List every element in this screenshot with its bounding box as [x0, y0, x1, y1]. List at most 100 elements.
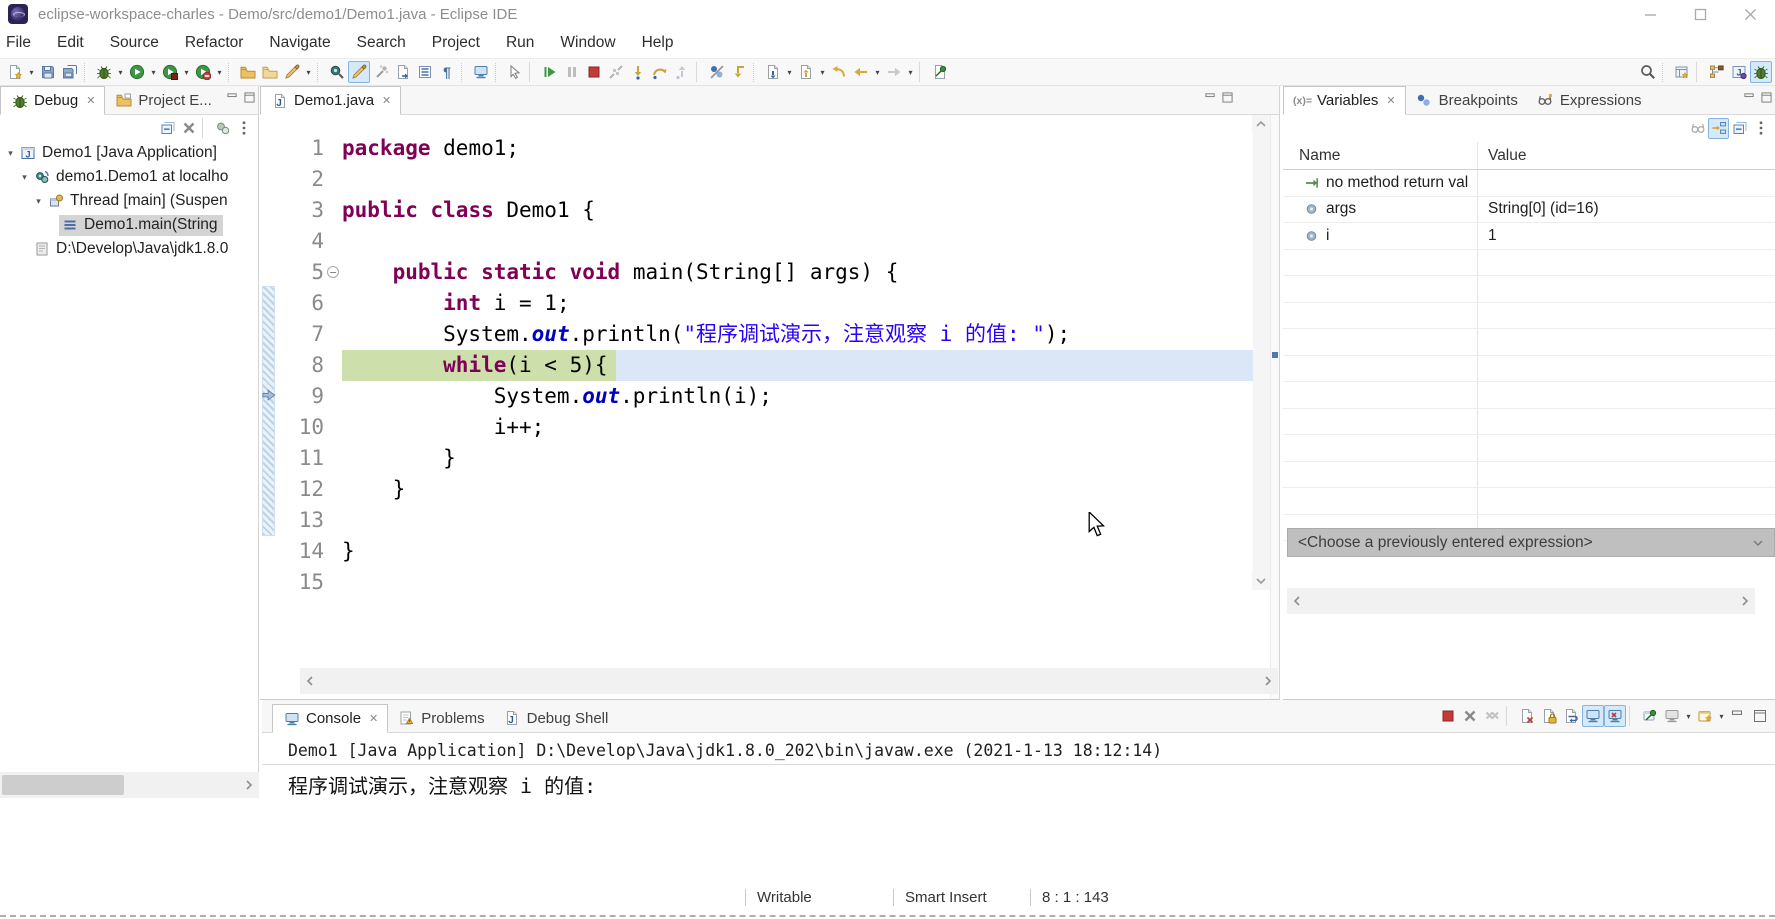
menu-file[interactable]: File: [0, 28, 44, 58]
dropdown-arrow-icon[interactable]: ▾: [115, 68, 126, 77]
code-text[interactable]: public class Demo1 {: [342, 195, 595, 226]
maximize-view-icon[interactable]: [244, 90, 255, 108]
annotation-gutter[interactable]: [260, 257, 278, 288]
code-text[interactable]: int i = 1;: [342, 288, 570, 319]
maximize-view-icon[interactable]: [1761, 90, 1772, 108]
next-icon[interactable]: [883, 61, 905, 83]
annotation-gutter[interactable]: [260, 319, 278, 350]
dropdown-arrow-icon[interactable]: ▾: [1683, 712, 1694, 721]
scroll-right-icon[interactable]: [239, 772, 259, 798]
code-text[interactable]: i++;: [342, 412, 544, 443]
close-tab-icon[interactable]: ✕: [369, 712, 378, 725]
console-tab-problems[interactable]: Problems: [388, 704, 493, 732]
code-line-9[interactable]: 9 System.out.println(i);: [260, 381, 1253, 412]
code-text[interactable]: System.out.println(i);: [342, 381, 772, 412]
editor-hscrollbar[interactable]: [300, 668, 1278, 694]
close-tab-icon[interactable]: ✕: [382, 94, 391, 107]
overview-ruler[interactable]: [1270, 115, 1279, 699]
collapse-icon[interactable]: [157, 118, 178, 139]
pin-icon[interactable]: [1639, 705, 1661, 727]
code-line-12[interactable]: 12 }: [260, 474, 1253, 505]
minimize-window-icon[interactable]: [1625, 0, 1675, 28]
step-into-icon[interactable]: [627, 61, 649, 83]
scroll-left-icon[interactable]: [300, 668, 320, 694]
pointer-icon[interactable]: [504, 61, 526, 83]
annotation-gutter[interactable]: [260, 505, 278, 536]
debug-tree-item[interactable]: Demo1.main(String: [0, 213, 258, 237]
prev-icon[interactable]: [850, 61, 872, 83]
term-rem-icon[interactable]: [1459, 705, 1481, 727]
code-text[interactable]: public static void main(String[] args) {: [342, 257, 898, 288]
code-line-2[interactable]: 2: [260, 164, 1253, 195]
scroll-right-icon[interactable]: [1258, 668, 1278, 694]
annotation-gutter[interactable]: [260, 133, 278, 164]
expander-icon[interactable]: ▾: [18, 172, 31, 183]
annotation-gutter[interactable]: [260, 164, 278, 195]
code-text[interactable]: }: [342, 443, 456, 474]
code-text[interactable]: }: [342, 536, 355, 567]
menu-edit[interactable]: Edit: [44, 28, 97, 58]
search-type-icon[interactable]: [326, 61, 348, 83]
dropdown-arrow-icon[interactable]: ▾: [148, 68, 159, 77]
annotation-gutter[interactable]: [260, 226, 278, 257]
console-tab-debug-shell[interactable]: JDebug Shell: [494, 704, 618, 732]
min-icon[interactable]: [1727, 705, 1749, 727]
debug-panel-hscrollbar[interactable]: [0, 772, 259, 798]
dropdown-arrow-icon[interactable]: ▾: [214, 68, 225, 77]
variables-tab-breakpoints[interactable]: Breakpoints: [1406, 86, 1527, 114]
search-icon[interactable]: [1637, 61, 1659, 83]
editor-vscrollbar[interactable]: [1253, 115, 1271, 590]
save-all-icon[interactable]: [59, 61, 81, 83]
stop-icon[interactable]: [583, 61, 605, 83]
annotation-gutter[interactable]: [260, 412, 278, 443]
console-tab-console[interactable]: Console✕: [272, 704, 388, 733]
new-icon[interactable]: [4, 61, 26, 83]
dropdown-arrow-icon[interactable]: ▾: [181, 68, 192, 77]
spray-icon[interactable]: [370, 61, 392, 83]
variables-tab-expressions[interactable]: Expressions: [1527, 86, 1651, 114]
code-text[interactable]: System.out.println("程序调试演示，注意观察 i 的值: ")…: [342, 319, 1070, 350]
close-tab-icon[interactable]: ✕: [1386, 94, 1395, 107]
dropdown-arrow-icon[interactable]: ▾: [26, 68, 37, 77]
expander-icon[interactable]: ▾: [32, 196, 45, 207]
code-line-11[interactable]: 11 }: [260, 443, 1253, 474]
debug-icon[interactable]: [93, 61, 115, 83]
code-line-1[interactable]: 1package demo1;: [260, 133, 1253, 164]
code-text[interactable]: package demo1;: [342, 133, 519, 164]
code-line-7[interactable]: 7 System.out.println("程序调试演示，注意观察 i 的值: …: [260, 319, 1253, 350]
menu-project[interactable]: Project: [419, 28, 493, 58]
dropdown-arrow-icon[interactable]: ▾: [1716, 712, 1727, 721]
variables-tab-variables[interactable]: (x)=Variables✕: [1283, 86, 1406, 115]
variable-row-i[interactable]: i1: [1283, 223, 1775, 250]
menu-source[interactable]: Source: [97, 28, 172, 58]
open-console-icon[interactable]: [1694, 705, 1716, 727]
annotation-gutter[interactable]: [260, 443, 278, 474]
annotation-gutter[interactable]: [260, 567, 278, 598]
minimize-view-icon[interactable]: [227, 90, 238, 108]
pilcrow-icon[interactable]: ¶: [436, 61, 458, 83]
watch-icon[interactable]: [1687, 118, 1708, 139]
dropdown-arrow-icon[interactable]: ▾: [817, 68, 828, 77]
menu-window[interactable]: Window: [547, 28, 628, 58]
code-line-4[interactable]: 4: [260, 226, 1253, 257]
max-icon[interactable]: [1749, 705, 1771, 727]
step-over-icon[interactable]: [649, 61, 671, 83]
dropdown-arrow-icon[interactable]: ▾: [872, 68, 883, 77]
profile-icon[interactable]: [192, 61, 214, 83]
open-persp-icon[interactable]: [1671, 61, 1693, 83]
logical-icon[interactable]: [1708, 118, 1729, 139]
open-decl-icon[interactable]: [392, 61, 414, 83]
persp-java-icon[interactable]: J: [1728, 61, 1750, 83]
open-task-icon[interactable]: [237, 61, 259, 83]
clear-icon[interactable]: [1516, 705, 1538, 727]
mark-occ-icon[interactable]: [348, 61, 370, 83]
code-text[interactable]: }: [342, 474, 405, 505]
step-return-icon[interactable]: [671, 61, 693, 83]
variables-table-header[interactable]: NameValue: [1283, 142, 1775, 170]
stdout-mon-icon[interactable]: [1582, 705, 1604, 727]
debug-tab-debug[interactable]: Debug✕: [0, 86, 105, 115]
variables-hscrollbar[interactable]: [1287, 588, 1755, 614]
lock-icon[interactable]: [1538, 705, 1560, 727]
menu-help[interactable]: Help: [629, 28, 687, 58]
menu-icon[interactable]: [233, 118, 254, 139]
